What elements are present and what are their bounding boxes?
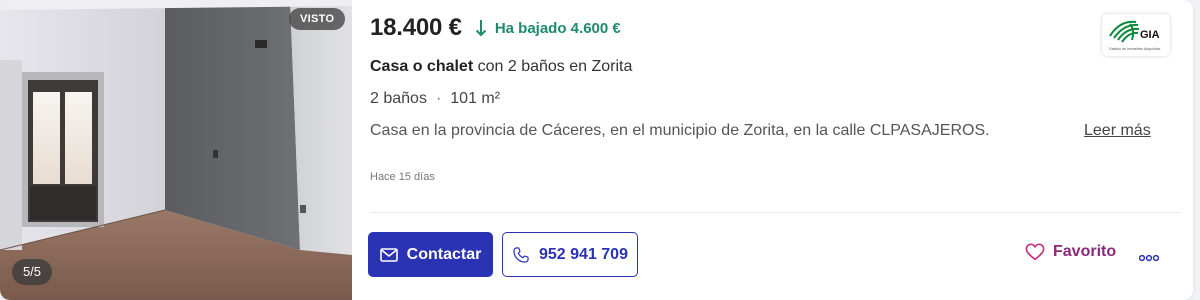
contact-button[interactable]: Contactar — [368, 232, 493, 277]
divider — [370, 212, 1181, 213]
mail-icon — [379, 247, 398, 262]
price-drop-label: Ha bajado 4.600 € — [494, 19, 621, 37]
room-photo-image — [0, 0, 352, 300]
listing-features: 2 baños · 101 m² — [370, 90, 500, 108]
price-drop: Ha bajado 4.600 € — [475, 19, 621, 37]
agency-logo[interactable]: GIA Gestión de Inmuebles Adquiridos — [1102, 14, 1170, 56]
price: 18.400 € — [370, 14, 462, 41]
agency-logo-text: GIA — [1140, 29, 1160, 41]
price-row: 18.400 € Ha bajado 4.600 € — [370, 14, 621, 42]
photo-counter: 5/5 — [12, 259, 52, 285]
contact-button-label: Contactar — [406, 245, 482, 263]
phone-button-label: 952 941 709 — [539, 245, 628, 263]
listing-photo[interactable]: VISTO 5/5 — [0, 0, 352, 300]
listing-description: Casa en la provincia de Cáceres, en el m… — [370, 122, 990, 139]
feature-bathrooms: 2 baños — [370, 90, 427, 107]
heart-outline-icon — [1025, 243, 1045, 261]
listing-card[interactable]: VISTO 5/5 18.400 € Ha bajado 4.600 € Cas… — [0, 0, 1193, 300]
more-options-button[interactable] — [1138, 249, 1160, 267]
favorite-button-label: Favorito — [1053, 243, 1117, 260]
listing-content: 18.400 € Ha bajado 4.600 € Casa o chalet… — [368, 0, 1193, 300]
listing-type: Casa o chalet — [370, 58, 474, 75]
listing-date: Hace 15 días — [370, 171, 435, 183]
feature-area: 101 m² — [450, 90, 501, 107]
favorite-button[interactable]: Favorito — [1025, 243, 1116, 261]
seen-badge: VISTO — [289, 8, 346, 30]
agency-logo-subtext: Gestión de Inmuebles Adquiridos — [1109, 47, 1161, 51]
phone-button[interactable]: 952 941 709 — [502, 232, 638, 277]
listing-title-rest: con 2 baños en Zorita — [473, 58, 633, 75]
arrow-down-icon — [475, 20, 487, 37]
read-more-link[interactable]: Leer más — [1084, 122, 1151, 140]
phone-icon — [513, 246, 529, 263]
listing-title[interactable]: Casa o chalet con 2 baños en Zorita — [370, 58, 632, 76]
more-dots-icon — [1138, 254, 1160, 262]
feature-separator: · — [435, 90, 442, 107]
